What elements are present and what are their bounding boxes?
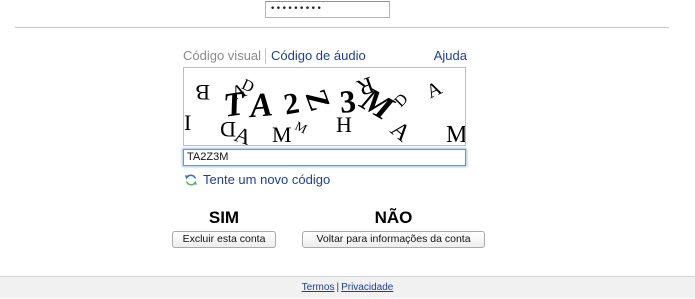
back-to-account-info-button[interactable]: Voltar para informações da conta — [302, 231, 485, 248]
new-code-label[interactable]: Tente um novo código — [203, 172, 330, 187]
footer: Termos | Privacidade — [0, 276, 695, 298]
svg-text:Z: Z — [299, 85, 337, 115]
tab-visual-code: Código visual — [183, 48, 262, 63]
svg-text:A: A — [423, 77, 446, 103]
svg-text:A: A — [385, 116, 416, 146]
captcha-image: B A D T A 2 Z 3 M R A D I D A M H M A M — [183, 67, 466, 146]
privacy-link[interactable]: Privacidade — [341, 282, 393, 293]
refresh-icon[interactable] — [184, 173, 198, 187]
password-field[interactable]: ••••••••• — [265, 1, 390, 18]
captcha-input[interactable]: TA2Z3M — [183, 149, 466, 166]
delete-account-button[interactable]: Excluir esta conta — [172, 231, 276, 248]
help-link[interactable]: Ajuda — [434, 48, 467, 63]
tab-audio-code[interactable]: Código de áudio — [271, 48, 366, 63]
svg-text:B: B — [195, 80, 210, 105]
yes-heading: SIM — [208, 208, 240, 227]
divider — [15, 27, 669, 28]
terms-link[interactable]: Termos — [302, 282, 335, 293]
captcha-distorted-text: B A D T A 2 Z 3 M R A D I D A M H M A M — [184, 71, 466, 146]
svg-text:I: I — [184, 110, 191, 135]
svg-text:M: M — [293, 118, 310, 137]
svg-text:M: M — [272, 122, 292, 146]
tab-separator — [265, 48, 266, 64]
svg-text:H: H — [336, 112, 352, 137]
svg-text:A: A — [246, 86, 274, 125]
captcha-tabs: Código visual Código de áudio Ajuda — [183, 48, 467, 64]
svg-text:2: 2 — [281, 86, 302, 121]
svg-text:R: R — [353, 71, 377, 101]
svg-text:M: M — [446, 122, 466, 146]
no-heading: NÃO — [374, 208, 413, 227]
